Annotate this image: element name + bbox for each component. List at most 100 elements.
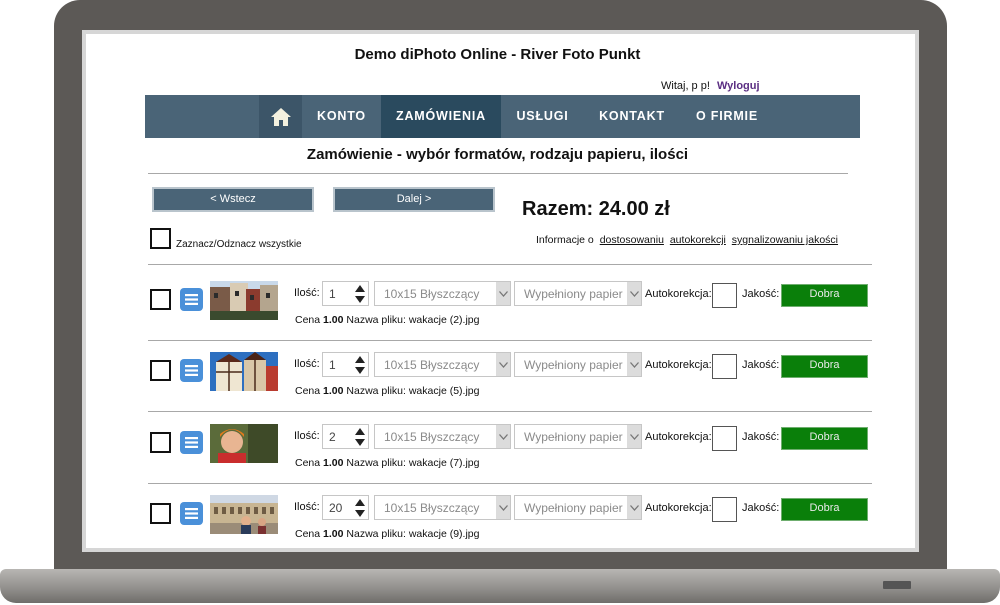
price-label: Cena (295, 314, 321, 326)
browser-screen: Demo diPhoto Online - River Foto Punkt W… (86, 34, 915, 548)
row-menu-button[interactable] (180, 359, 203, 382)
autocorrect-checkbox[interactable] (712, 497, 737, 522)
nav-item-o-firmie[interactable]: O FIRMIE (680, 95, 774, 138)
price-value: 1.00 (323, 528, 344, 540)
photo-meta: Cena 1.00 Nazwa pliku: wakacje (9).jpg (295, 528, 479, 540)
format-select[interactable]: 10x15 Błyszczący (374, 281, 511, 306)
page-heading: Zamówienie - wybór formatów, rodzaju pap… (306, 146, 689, 163)
photo-row-4: Ilość: 20 10x15 Błyszczący Wypełniony pa… (86, 483, 909, 548)
home-icon (270, 107, 291, 126)
photo-meta: Cena 1.00 Nazwa pliku: wakacje (7).jpg (295, 457, 479, 469)
select-all-label: Zaznacz/Odznacz wszystkie (176, 239, 302, 250)
laptop-base (0, 569, 1000, 603)
list-icon (185, 437, 198, 448)
chevron-down-icon (627, 282, 641, 305)
paper-value: Wypełniony papier (524, 287, 623, 301)
paper-value: Wypełniony papier (524, 430, 623, 444)
order-total: Razem: 24.00 zł (522, 198, 670, 220)
select-all-checkbox[interactable] (150, 228, 171, 249)
info-link-autocorrection[interactable]: autokorekcji (670, 234, 726, 246)
info-links: Informacje o dostosowaniu autokorekcji s… (536, 234, 838, 246)
quality-badge: Dobra (781, 284, 868, 307)
info-link-quality[interactable]: sygnalizowaniu jakości (732, 234, 838, 246)
quality-badge: Dobra (781, 355, 868, 378)
qty-value: 1 (329, 287, 336, 301)
filename-label: Nazwa pliku: (346, 314, 406, 326)
photo-meta: Cena 1.00 Nazwa pliku: wakacje (2).jpg (295, 314, 479, 326)
nav-item-kontakt[interactable]: KONTAKT (584, 95, 680, 138)
nav-home-button[interactable] (259, 95, 302, 138)
nav-item-uslugi[interactable]: USŁUGI (501, 95, 584, 138)
child-portrait-photo[interactable] (210, 424, 278, 463)
price-value: 1.00 (323, 457, 344, 469)
chevron-down-icon (496, 425, 510, 448)
row-menu-button[interactable] (180, 502, 203, 525)
chevron-down-icon (627, 353, 641, 376)
next-button[interactable]: Dalej > (333, 187, 495, 212)
filename-value: wakacje (9).jpg (408, 528, 480, 540)
quality-badge: Dobra (781, 427, 868, 450)
price-label: Cena (295, 385, 321, 397)
row-menu-button[interactable] (180, 431, 203, 454)
price-value: 1.00 (323, 385, 344, 397)
nav-item-zamowienia[interactable]: ZAMÓWIENIA (381, 95, 501, 138)
paper-select[interactable]: Wypełniony papier (514, 495, 642, 520)
autocorrect-label: Autokorekcja: (645, 502, 712, 514)
autocorrect-label: Autokorekcja: (645, 359, 712, 371)
stepper-arrows-icon (355, 356, 365, 374)
quantity-stepper[interactable]: 20 (322, 495, 369, 520)
colosseum-tourists-photo[interactable] (210, 495, 278, 534)
filename-label: Nazwa pliku: (346, 528, 406, 540)
filename-value: wakacje (2).jpg (408, 314, 480, 326)
info-prefix: Informacje o (536, 234, 594, 246)
price-label: Cena (295, 457, 321, 469)
quality-label: Jakość: (742, 431, 780, 443)
chevron-down-icon (496, 353, 510, 376)
back-button[interactable]: < Wstecz (152, 187, 314, 212)
stepper-arrows-icon (355, 428, 365, 446)
format-select[interactable]: 10x15 Błyszczący (374, 495, 511, 520)
quality-label: Jakość: (742, 502, 780, 514)
paper-select[interactable]: Wypełniony papier (514, 424, 642, 449)
autocorrect-checkbox[interactable] (712, 426, 737, 451)
qty-label: Ilość: (294, 358, 320, 370)
user-greeting: Witaj, p p! Wyloguj (661, 80, 760, 92)
row-checkbox[interactable] (150, 432, 171, 453)
format-value: 10x15 Błyszczący (384, 287, 480, 301)
qty-label: Ilość: (294, 287, 320, 299)
quantity-stepper[interactable]: 1 (322, 281, 369, 306)
logout-link[interactable]: Wyloguj (717, 80, 760, 92)
info-link-adjustment[interactable]: dostosowaniu (600, 234, 664, 246)
autocorrect-checkbox[interactable] (712, 283, 737, 308)
paper-value: Wypełniony papier (524, 358, 623, 372)
quality-label: Jakość: (742, 359, 780, 371)
paper-select[interactable]: Wypełniony papier (514, 352, 642, 377)
qty-value: 20 (329, 501, 343, 515)
qty-value: 2 (329, 430, 336, 444)
row-checkbox[interactable] (150, 503, 171, 524)
photo-row-3: Ilość: 2 10x15 Błyszczący Wypełniony pap… (86, 412, 909, 483)
chevron-down-icon (496, 282, 510, 305)
street-buildings-photo[interactable] (210, 281, 278, 320)
filename-label: Nazwa pliku: (346, 457, 406, 469)
photo-meta: Cena 1.00 Nazwa pliku: wakacje (5).jpg (295, 385, 479, 397)
quantity-stepper[interactable]: 2 (322, 424, 369, 449)
row-checkbox[interactable] (150, 289, 171, 310)
price-label: Cena (295, 528, 321, 540)
row-menu-button[interactable] (180, 288, 203, 311)
divider (148, 264, 872, 265)
format-select[interactable]: 10x15 Błyszczący (374, 424, 511, 449)
nav-item-konto[interactable]: KONTO (302, 95, 381, 138)
site-title: Demo diPhoto Online - River Foto Punkt (354, 46, 641, 63)
autocorrect-label: Autokorekcja: (645, 288, 712, 300)
autocorrect-checkbox[interactable] (712, 354, 737, 379)
filename-value: wakacje (7).jpg (408, 457, 480, 469)
half-timbered-houses-photo[interactable] (210, 352, 278, 391)
paper-select[interactable]: Wypełniony papier (514, 281, 642, 306)
quantity-stepper[interactable]: 1 (322, 352, 369, 377)
format-select[interactable]: 10x15 Błyszczący (374, 352, 511, 377)
stepper-arrows-icon (355, 499, 365, 517)
row-checkbox[interactable] (150, 360, 171, 381)
stepper-arrows-icon (355, 285, 365, 303)
list-icon (185, 508, 198, 519)
